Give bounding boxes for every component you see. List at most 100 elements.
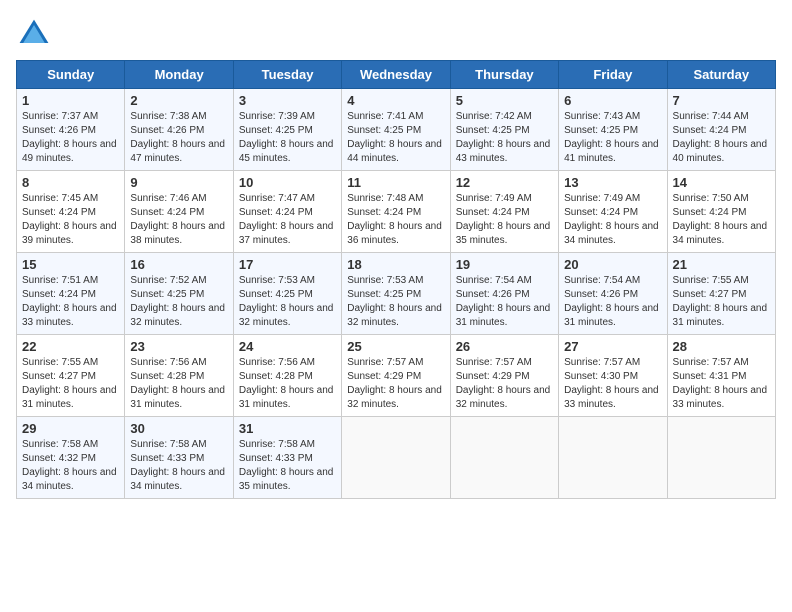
cell-info: Sunrise: 7:52 AM Sunset: 4:25 PM Dayligh… xyxy=(130,274,227,330)
calendar-cell xyxy=(342,417,450,499)
day-number: 8 xyxy=(22,175,119,190)
day-number: 11 xyxy=(347,175,444,190)
calendar-cell: 6 Sunrise: 7:43 AM Sunset: 4:25 PM Dayli… xyxy=(559,89,667,171)
header-day-thursday: Thursday xyxy=(450,61,558,89)
day-number: 3 xyxy=(239,93,336,108)
week-row-1: 1 Sunrise: 7:37 AM Sunset: 4:26 PM Dayli… xyxy=(17,89,776,171)
day-number: 29 xyxy=(22,421,119,436)
day-number: 21 xyxy=(673,257,770,272)
day-number: 13 xyxy=(564,175,661,190)
cell-info: Sunrise: 7:48 AM Sunset: 4:24 PM Dayligh… xyxy=(347,192,444,248)
day-number: 14 xyxy=(673,175,770,190)
day-number: 5 xyxy=(456,93,553,108)
cell-info: Sunrise: 7:57 AM Sunset: 4:29 PM Dayligh… xyxy=(456,356,553,412)
cell-info: Sunrise: 7:50 AM Sunset: 4:24 PM Dayligh… xyxy=(673,192,770,248)
calendar-cell: 27 Sunrise: 7:57 AM Sunset: 4:30 PM Dayl… xyxy=(559,335,667,417)
day-number: 27 xyxy=(564,339,661,354)
week-row-5: 29 Sunrise: 7:58 AM Sunset: 4:32 PM Dayl… xyxy=(17,417,776,499)
cell-info: Sunrise: 7:46 AM Sunset: 4:24 PM Dayligh… xyxy=(130,192,227,248)
calendar-cell: 17 Sunrise: 7:53 AM Sunset: 4:25 PM Dayl… xyxy=(233,253,341,335)
week-row-4: 22 Sunrise: 7:55 AM Sunset: 4:27 PM Dayl… xyxy=(17,335,776,417)
day-number: 26 xyxy=(456,339,553,354)
day-number: 30 xyxy=(130,421,227,436)
day-number: 6 xyxy=(564,93,661,108)
calendar-cell: 14 Sunrise: 7:50 AM Sunset: 4:24 PM Dayl… xyxy=(667,171,775,253)
cell-info: Sunrise: 7:57 AM Sunset: 4:31 PM Dayligh… xyxy=(673,356,770,412)
day-number: 1 xyxy=(22,93,119,108)
calendar-cell: 10 Sunrise: 7:47 AM Sunset: 4:24 PM Dayl… xyxy=(233,171,341,253)
cell-info: Sunrise: 7:56 AM Sunset: 4:28 PM Dayligh… xyxy=(239,356,336,412)
day-number: 20 xyxy=(564,257,661,272)
calendar-cell: 19 Sunrise: 7:54 AM Sunset: 4:26 PM Dayl… xyxy=(450,253,558,335)
day-number: 16 xyxy=(130,257,227,272)
cell-info: Sunrise: 7:45 AM Sunset: 4:24 PM Dayligh… xyxy=(22,192,119,248)
cell-info: Sunrise: 7:55 AM Sunset: 4:27 PM Dayligh… xyxy=(673,274,770,330)
cell-info: Sunrise: 7:58 AM Sunset: 4:32 PM Dayligh… xyxy=(22,438,119,494)
calendar-cell: 28 Sunrise: 7:57 AM Sunset: 4:31 PM Dayl… xyxy=(667,335,775,417)
cell-info: Sunrise: 7:42 AM Sunset: 4:25 PM Dayligh… xyxy=(456,110,553,166)
cell-info: Sunrise: 7:51 AM Sunset: 4:24 PM Dayligh… xyxy=(22,274,119,330)
calendar-cell: 16 Sunrise: 7:52 AM Sunset: 4:25 PM Dayl… xyxy=(125,253,233,335)
header-day-sunday: Sunday xyxy=(17,61,125,89)
cell-info: Sunrise: 7:47 AM Sunset: 4:24 PM Dayligh… xyxy=(239,192,336,248)
day-number: 31 xyxy=(239,421,336,436)
day-number: 24 xyxy=(239,339,336,354)
calendar-cell: 5 Sunrise: 7:42 AM Sunset: 4:25 PM Dayli… xyxy=(450,89,558,171)
calendar-cell: 8 Sunrise: 7:45 AM Sunset: 4:24 PM Dayli… xyxy=(17,171,125,253)
day-number: 12 xyxy=(456,175,553,190)
header-day-friday: Friday xyxy=(559,61,667,89)
day-number: 18 xyxy=(347,257,444,272)
calendar-cell: 15 Sunrise: 7:51 AM Sunset: 4:24 PM Dayl… xyxy=(17,253,125,335)
calendar-cell: 11 Sunrise: 7:48 AM Sunset: 4:24 PM Dayl… xyxy=(342,171,450,253)
cell-info: Sunrise: 7:57 AM Sunset: 4:30 PM Dayligh… xyxy=(564,356,661,412)
week-row-2: 8 Sunrise: 7:45 AM Sunset: 4:24 PM Dayli… xyxy=(17,171,776,253)
cell-info: Sunrise: 7:53 AM Sunset: 4:25 PM Dayligh… xyxy=(347,274,444,330)
calendar-cell: 3 Sunrise: 7:39 AM Sunset: 4:25 PM Dayli… xyxy=(233,89,341,171)
cell-info: Sunrise: 7:49 AM Sunset: 4:24 PM Dayligh… xyxy=(456,192,553,248)
day-number: 10 xyxy=(239,175,336,190)
day-number: 15 xyxy=(22,257,119,272)
header-day-wednesday: Wednesday xyxy=(342,61,450,89)
calendar-cell: 24 Sunrise: 7:56 AM Sunset: 4:28 PM Dayl… xyxy=(233,335,341,417)
cell-info: Sunrise: 7:38 AM Sunset: 4:26 PM Dayligh… xyxy=(130,110,227,166)
logo-icon xyxy=(16,16,52,52)
header-day-saturday: Saturday xyxy=(667,61,775,89)
day-number: 2 xyxy=(130,93,227,108)
calendar-cell: 4 Sunrise: 7:41 AM Sunset: 4:25 PM Dayli… xyxy=(342,89,450,171)
day-number: 4 xyxy=(347,93,444,108)
cell-info: Sunrise: 7:49 AM Sunset: 4:24 PM Dayligh… xyxy=(564,192,661,248)
calendar-cell: 7 Sunrise: 7:44 AM Sunset: 4:24 PM Dayli… xyxy=(667,89,775,171)
calendar-cell: 25 Sunrise: 7:57 AM Sunset: 4:29 PM Dayl… xyxy=(342,335,450,417)
calendar-cell: 26 Sunrise: 7:57 AM Sunset: 4:29 PM Dayl… xyxy=(450,335,558,417)
calendar-cell: 1 Sunrise: 7:37 AM Sunset: 4:26 PM Dayli… xyxy=(17,89,125,171)
cell-info: Sunrise: 7:56 AM Sunset: 4:28 PM Dayligh… xyxy=(130,356,227,412)
calendar-cell: 29 Sunrise: 7:58 AM Sunset: 4:32 PM Dayl… xyxy=(17,417,125,499)
day-number: 9 xyxy=(130,175,227,190)
calendar-table: SundayMondayTuesdayWednesdayThursdayFrid… xyxy=(16,60,776,499)
calendar-cell: 23 Sunrise: 7:56 AM Sunset: 4:28 PM Dayl… xyxy=(125,335,233,417)
calendar-cell: 20 Sunrise: 7:54 AM Sunset: 4:26 PM Dayl… xyxy=(559,253,667,335)
cell-info: Sunrise: 7:58 AM Sunset: 4:33 PM Dayligh… xyxy=(239,438,336,494)
cell-info: Sunrise: 7:57 AM Sunset: 4:29 PM Dayligh… xyxy=(347,356,444,412)
calendar-cell: 21 Sunrise: 7:55 AM Sunset: 4:27 PM Dayl… xyxy=(667,253,775,335)
day-number: 23 xyxy=(130,339,227,354)
calendar-cell: 13 Sunrise: 7:49 AM Sunset: 4:24 PM Dayl… xyxy=(559,171,667,253)
cell-info: Sunrise: 7:37 AM Sunset: 4:26 PM Dayligh… xyxy=(22,110,119,166)
cell-info: Sunrise: 7:55 AM Sunset: 4:27 PM Dayligh… xyxy=(22,356,119,412)
calendar-cell xyxy=(559,417,667,499)
calendar-cell: 18 Sunrise: 7:53 AM Sunset: 4:25 PM Dayl… xyxy=(342,253,450,335)
cell-info: Sunrise: 7:54 AM Sunset: 4:26 PM Dayligh… xyxy=(564,274,661,330)
cell-info: Sunrise: 7:58 AM Sunset: 4:33 PM Dayligh… xyxy=(130,438,227,494)
day-number: 22 xyxy=(22,339,119,354)
calendar-cell xyxy=(450,417,558,499)
calendar-cell: 22 Sunrise: 7:55 AM Sunset: 4:27 PM Dayl… xyxy=(17,335,125,417)
cell-info: Sunrise: 7:44 AM Sunset: 4:24 PM Dayligh… xyxy=(673,110,770,166)
day-number: 19 xyxy=(456,257,553,272)
cell-info: Sunrise: 7:53 AM Sunset: 4:25 PM Dayligh… xyxy=(239,274,336,330)
logo xyxy=(16,16,56,52)
cell-info: Sunrise: 7:39 AM Sunset: 4:25 PM Dayligh… xyxy=(239,110,336,166)
calendar-cell: 2 Sunrise: 7:38 AM Sunset: 4:26 PM Dayli… xyxy=(125,89,233,171)
day-number: 17 xyxy=(239,257,336,272)
header-day-monday: Monday xyxy=(125,61,233,89)
header-row: SundayMondayTuesdayWednesdayThursdayFrid… xyxy=(17,61,776,89)
